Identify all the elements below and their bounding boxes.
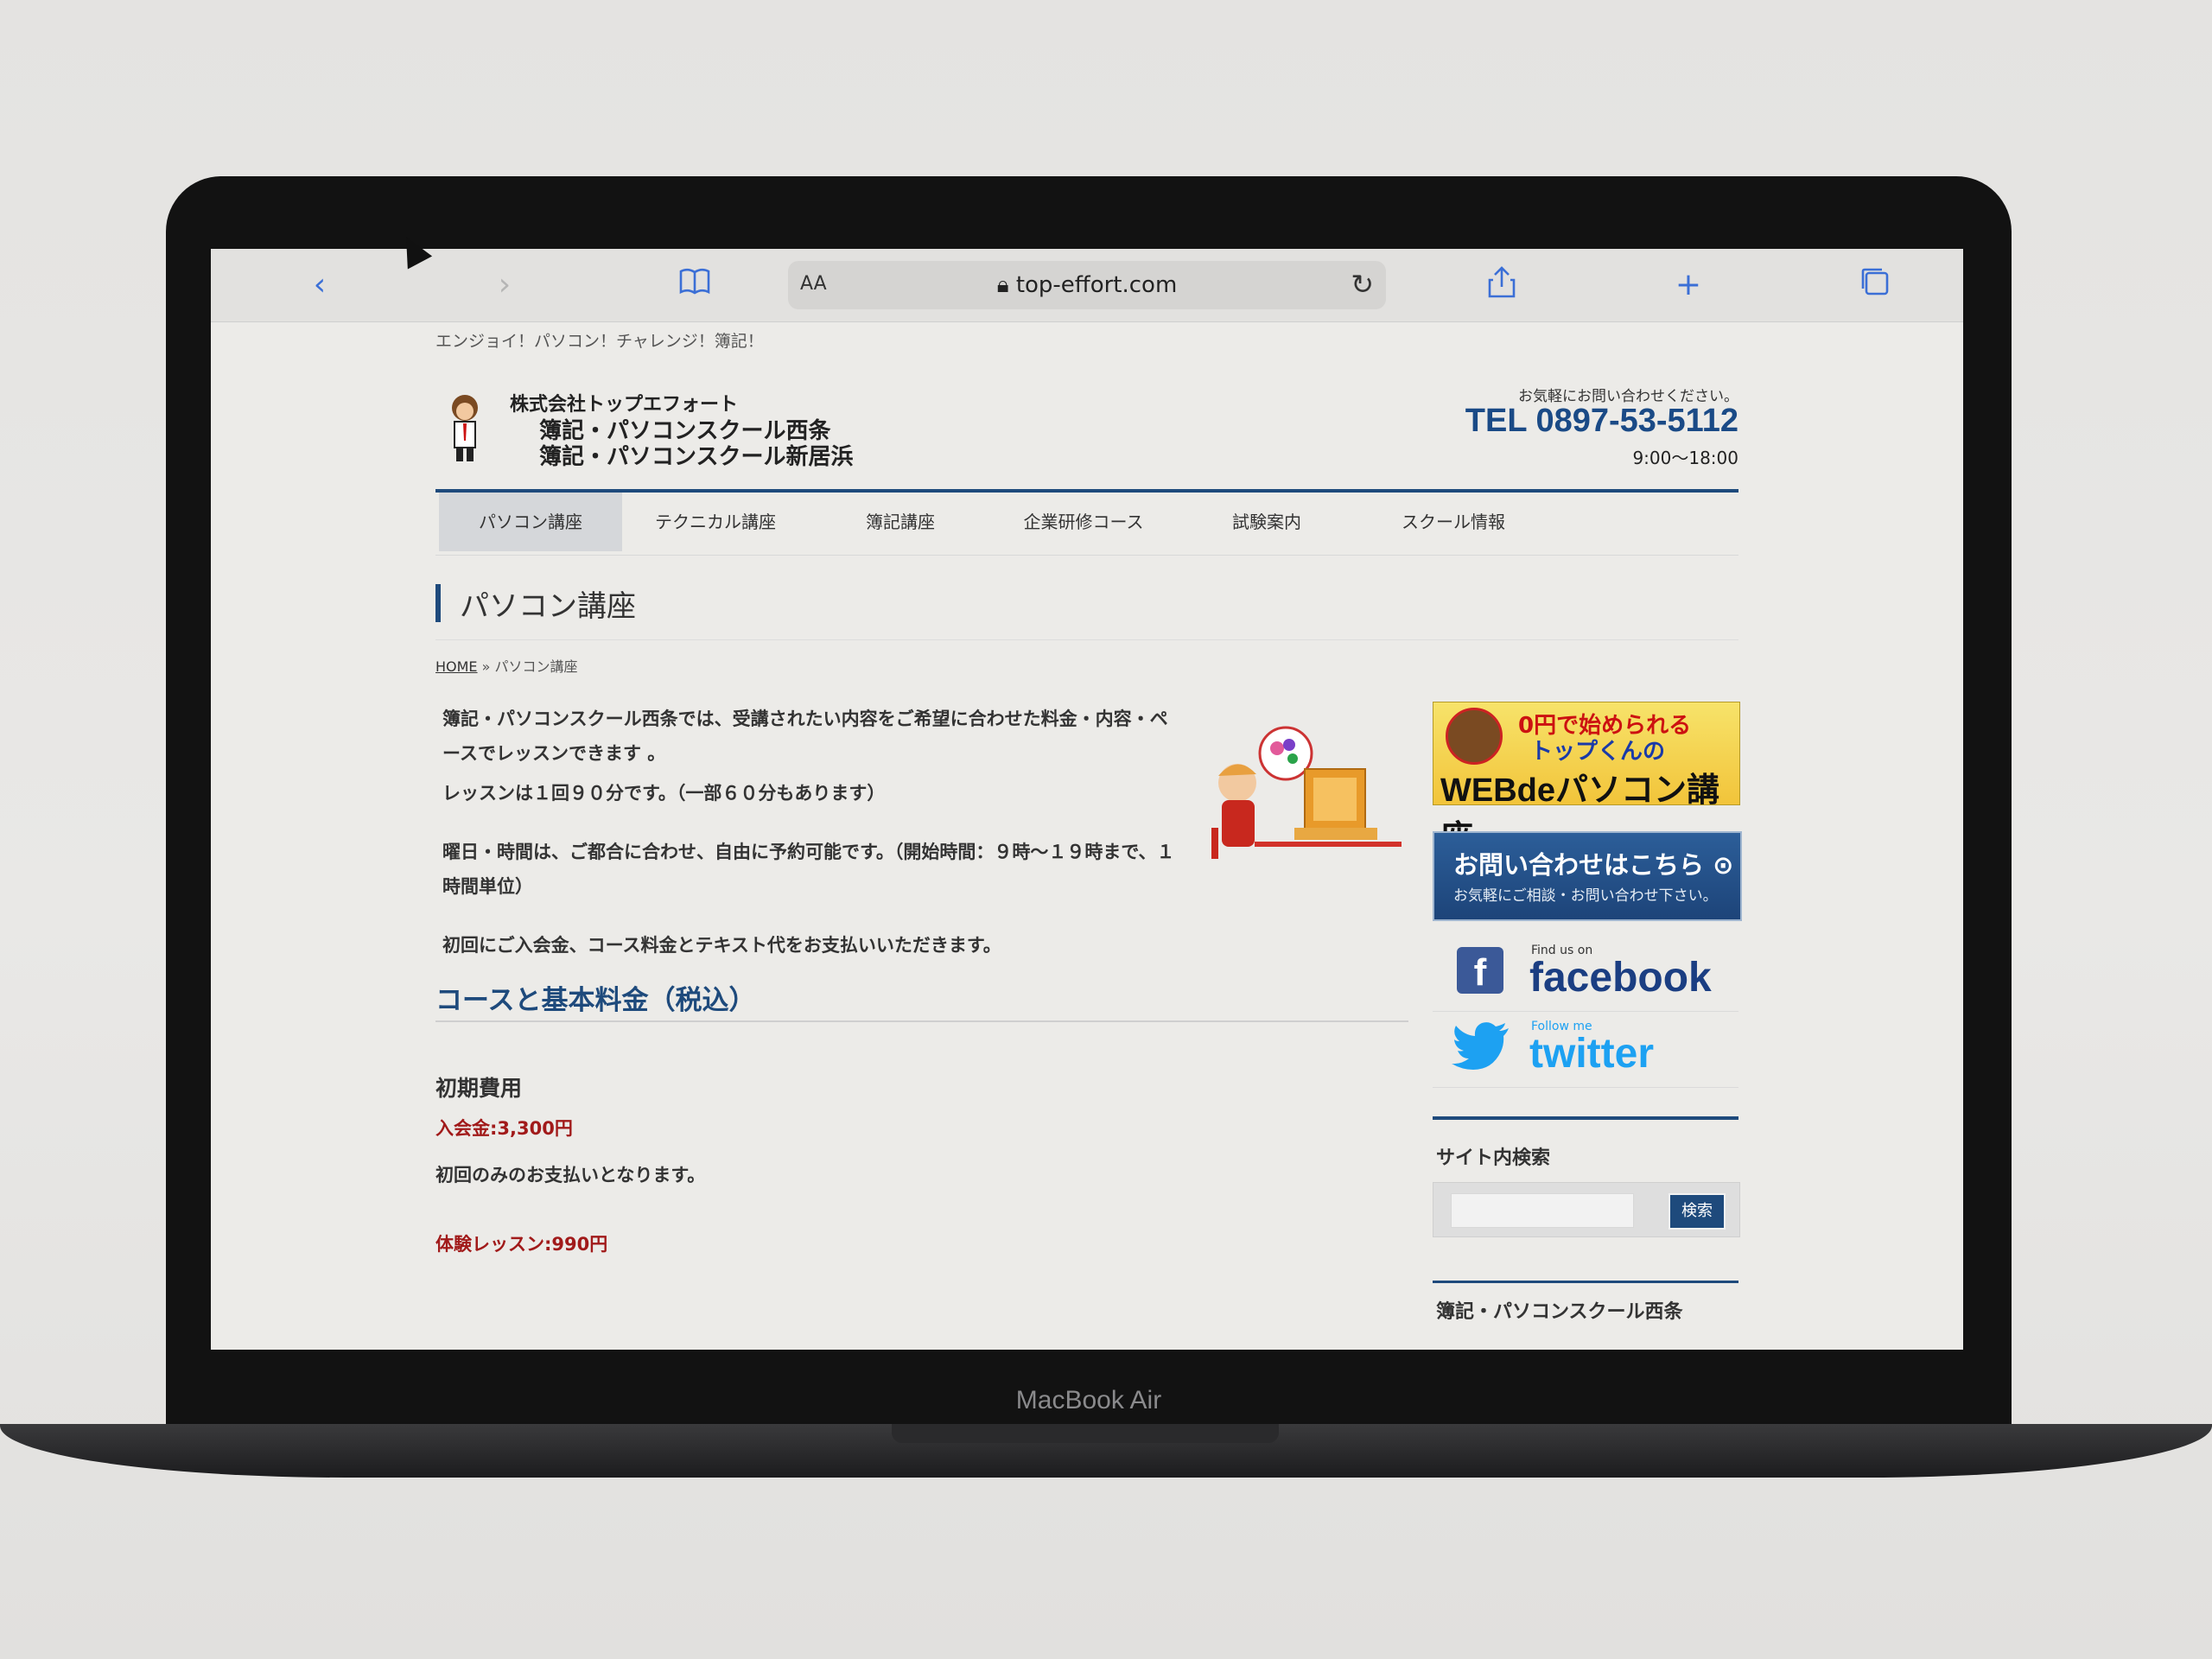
device-brand-label: MacBook Air [1015,1386,1162,1414]
nav-item-bookkeeping-course[interactable]: 簿記講座 [809,493,992,551]
site-search-button[interactable]: 検索 [1669,1193,1726,1230]
sub-heading-initial-cost: 初期費用 [435,1076,523,1101]
intro-paragraph: 簿記・パソコンスクール西条では、受講されたい内容をご希望に合わせた料金・内容・ペ… [442,709,1168,764]
nav-item-technical-course[interactable]: テクニカル講座 [622,493,809,551]
laptop-notch [892,1424,1279,1443]
tabs-overview-icon[interactable] [1854,264,1896,306]
trial-lesson-fee: 体験レッスン:990円 [435,1234,608,1255]
lesson-length-paragraph: レッスンは１回９０分です。（一部６０分もあります） [442,783,886,804]
contact-banner[interactable]: お問い合わせはこちら ⊙ お気軽にご相談・お問い合わせ下さい。 [1433,831,1742,921]
payment-paragraph: 初回にご入会金、コース料金とテキスト代をお支払いいただきます。 [442,935,1001,956]
business-hours: 9:00〜18:00 [1632,448,1738,468]
schedule-paragraph: 曜日・時間は、ご都合に合わせ、自由に予約可能です。（開始時間：９時〜１９時まで、… [442,842,1175,897]
site-search-form: 検索 [1433,1182,1740,1237]
lock-icon: 🔒︎ [996,272,1009,298]
site-tagline: エンジョイ！パソコン！チャレンジ！簿記！ [435,332,764,351]
twitter-link[interactable]: Follow me twitter [1433,1011,1738,1088]
url-text: 🔒︎ top-effort.com [788,272,1386,299]
contact-banner-title: お問い合わせはこちら ⊙ [1453,850,1734,880]
forward-icon[interactable]: › [484,264,525,306]
page-title: パソコン講座 [460,589,636,624]
reload-icon[interactable]: ↻ [1351,268,1374,301]
bookmarks-icon[interactable] [674,264,715,306]
breadcrumb-current: パソコン講座 [494,658,578,675]
twitter-bird-icon [1452,1022,1509,1070]
enrollment-fee: 入会金:3,300円 [435,1118,573,1139]
nav-item-corporate-training[interactable]: 企業研修コース [992,493,1175,551]
new-tab-icon[interactable]: + [1668,264,1709,306]
url-value: top-effort.com [1015,272,1178,298]
web-banner-line2: トップくんの [1530,739,1666,765]
sidebar-divider [1433,1116,1738,1120]
twitter-wordmark: twitter [1529,1031,1654,1077]
facebook-icon: f [1457,947,1503,994]
screen: ‹ › AA 🔒︎ top-effort.com ↻ + エンジョイ！パソコン！… [211,249,1963,1350]
facebook-wordmark: facebook [1529,955,1712,1001]
nav-item-school-info[interactable]: スクール情報 [1358,493,1548,551]
breadcrumb: HOME » パソコン講座 [435,655,578,676]
sidebar-school-heading: 簿記・パソコンスクール西条 [1436,1301,1683,1323]
phone-number[interactable]: TEL 0897-53-5112 [1465,403,1738,440]
site-search-heading: サイト内検索 [1436,1147,1551,1169]
breadcrumb-home-link[interactable]: HOME [435,658,478,675]
share-icon[interactable] [1481,264,1522,306]
site-search-input[interactable] [1451,1193,1634,1228]
breadcrumb-separator: » [481,658,491,675]
page-title-accent [435,584,441,622]
divider [435,639,1738,640]
web-page: エンジョイ！パソコン！チャレンジ！簿記！ 株式会社トップエフォート 簿記・パソコ… [435,321,1742,1350]
mascot-face-icon [1446,708,1503,765]
browser-toolbar: ‹ › AA 🔒︎ top-effort.com ↻ + [211,249,1963,322]
section-heading-courses: コースと基本料金（税込） [435,985,756,1016]
enrollment-note: 初回のみのお支払いとなります。 [435,1165,706,1185]
nav-item-exam-info[interactable]: 試験案内 [1175,493,1358,551]
contact-banner-subtitle: お気軽にご相談・お問い合わせ下さい。 [1453,887,1718,905]
url-bar[interactable]: AA 🔒︎ top-effort.com ↻ [788,261,1386,309]
main-nav: パソコン講座 テクニカル講座 簿記講座 企業研修コース 試験案内 スクール情報 [435,489,1738,556]
mascot-logo-icon[interactable] [439,391,491,463]
school-name-niihama: 簿記・パソコンスクール新居浜 [539,444,854,470]
web-course-banner[interactable]: 0円で始められる トップくんの WEBdeパソコン講座 [1433,702,1740,856]
sidebar-divider [1433,1281,1738,1283]
facebook-link[interactable]: f Find us on facebook [1433,935,1738,1012]
back-icon[interactable]: ‹ [299,264,340,306]
divider [435,1020,1408,1022]
nav-item-pc-course[interactable]: パソコン講座 [439,493,622,551]
student-at-computer-illustration [1211,726,1402,859]
